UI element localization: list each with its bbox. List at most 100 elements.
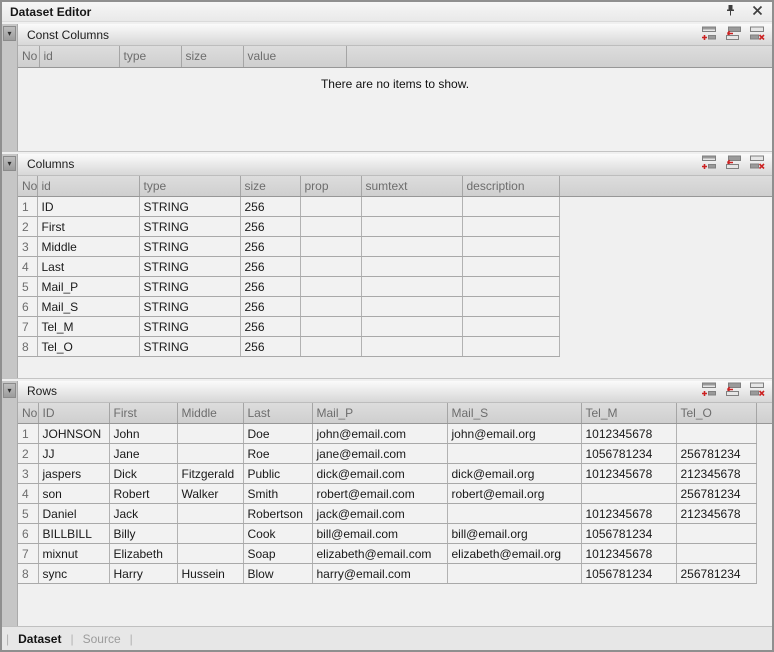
insert-row-button[interactable] (724, 156, 743, 173)
cell[interactable]: john@email.org (447, 424, 581, 444)
row-number[interactable]: 5 (18, 504, 38, 524)
row-number[interactable]: 2 (18, 444, 38, 464)
cell[interactable]: 256 (240, 317, 300, 337)
row-number[interactable]: 4 (18, 484, 38, 504)
cell[interactable] (177, 424, 243, 444)
cell[interactable]: elizabeth@email.org (447, 544, 581, 564)
collapse-button[interactable]: ▾ (3, 383, 16, 398)
cell[interactable]: 256781234 (676, 444, 756, 464)
add-row-button[interactable] (700, 26, 719, 43)
cell[interactable]: 256 (240, 257, 300, 277)
cell[interactable] (462, 197, 559, 217)
cell[interactable]: elizabeth@email.com (312, 544, 447, 564)
row-number[interactable]: 3 (18, 464, 38, 484)
col-header-prop[interactable]: prop (300, 176, 361, 197)
cell[interactable]: 1056781234 (581, 444, 676, 464)
cell[interactable]: 256 (240, 337, 300, 357)
cell[interactable]: Blow (243, 564, 312, 584)
cell[interactable]: First (37, 217, 139, 237)
cell[interactable]: Doe (243, 424, 312, 444)
cell[interactable] (361, 217, 462, 237)
cell[interactable]: Smith (243, 484, 312, 504)
col-header-type[interactable]: type (119, 46, 181, 67)
cell[interactable]: Elizabeth (109, 544, 177, 564)
row-number[interactable]: 1 (18, 424, 38, 444)
cell[interactable]: Walker (177, 484, 243, 504)
cell[interactable] (361, 277, 462, 297)
collapse-button[interactable]: ▾ (3, 156, 16, 171)
cell[interactable]: dick@email.com (312, 464, 447, 484)
cell[interactable]: Cook (243, 524, 312, 544)
cell[interactable]: Hussein (177, 564, 243, 584)
pin-button[interactable] (723, 5, 737, 19)
cell[interactable]: harry@email.com (312, 564, 447, 584)
cell[interactable]: Public (243, 464, 312, 484)
col-header-no[interactable]: No (18, 403, 38, 424)
cell[interactable]: Tel_M (37, 317, 139, 337)
cell[interactable]: 256 (240, 197, 300, 217)
cell[interactable]: Dick (109, 464, 177, 484)
col-header-value[interactable]: value (243, 46, 346, 67)
cell[interactable] (462, 217, 559, 237)
cell[interactable]: STRING (139, 337, 240, 357)
add-row-button[interactable] (700, 383, 719, 400)
col-header-first[interactable]: First (109, 403, 177, 424)
row-number[interactable]: 1 (18, 197, 37, 217)
cell[interactable] (300, 297, 361, 317)
cell[interactable]: JOHNSON (38, 424, 109, 444)
row-number[interactable]: 7 (18, 544, 38, 564)
cell[interactable] (462, 237, 559, 257)
cell[interactable]: 256 (240, 237, 300, 257)
cell[interactable]: 1012345678 (581, 424, 676, 444)
cell[interactable]: Mail_P (37, 277, 139, 297)
delete-row-button[interactable] (748, 383, 767, 400)
cell[interactable]: Soap (243, 544, 312, 564)
col-header-tel_o[interactable]: Tel_O (676, 403, 756, 424)
cell[interactable]: 1012345678 (581, 544, 676, 564)
cell[interactable]: Tel_O (37, 337, 139, 357)
cell[interactable] (300, 277, 361, 297)
cell[interactable]: ID (37, 197, 139, 217)
cell[interactable] (676, 544, 756, 564)
cell[interactable] (581, 484, 676, 504)
cell[interactable]: John (109, 424, 177, 444)
cell[interactable]: jaspers (38, 464, 109, 484)
cell[interactable] (462, 257, 559, 277)
cell[interactable]: Roe (243, 444, 312, 464)
cell[interactable]: robert@email.org (447, 484, 581, 504)
col-header-description[interactable]: description (462, 176, 559, 197)
row-number[interactable]: 8 (18, 337, 37, 357)
cell[interactable] (361, 257, 462, 277)
cell[interactable]: sync (38, 564, 109, 584)
cell[interactable]: Last (37, 257, 139, 277)
cell[interactable]: robert@email.com (312, 484, 447, 504)
cell[interactable]: 1012345678 (581, 504, 676, 524)
tab-dataset[interactable]: Dataset (18, 632, 61, 646)
col-header-size[interactable]: size (181, 46, 243, 67)
cell[interactable]: 256 (240, 277, 300, 297)
col-header-mail_s[interactable]: Mail_S (447, 403, 581, 424)
cell[interactable]: bill@email.com (312, 524, 447, 544)
cell[interactable] (300, 337, 361, 357)
row-number[interactable]: 6 (18, 297, 37, 317)
cell[interactable] (447, 444, 581, 464)
row-number[interactable]: 3 (18, 237, 37, 257)
cell[interactable]: STRING (139, 277, 240, 297)
col-header-sumtext[interactable]: sumtext (361, 176, 462, 197)
col-header-no[interactable]: No (18, 46, 39, 67)
cell[interactable]: 1012345678 (581, 464, 676, 484)
cell[interactable] (462, 317, 559, 337)
col-header-no[interactable]: No (18, 176, 37, 197)
cell[interactable]: STRING (139, 257, 240, 277)
cell[interactable]: Harry (109, 564, 177, 584)
cell[interactable]: 212345678 (676, 464, 756, 484)
insert-row-button[interactable] (724, 383, 743, 400)
cell[interactable] (676, 424, 756, 444)
cell[interactable] (177, 544, 243, 564)
row-number[interactable]: 5 (18, 277, 37, 297)
cell[interactable]: Daniel (38, 504, 109, 524)
col-header-id[interactable]: id (37, 176, 139, 197)
cell[interactable] (361, 237, 462, 257)
cell[interactable]: bill@email.org (447, 524, 581, 544)
cell[interactable] (462, 337, 559, 357)
